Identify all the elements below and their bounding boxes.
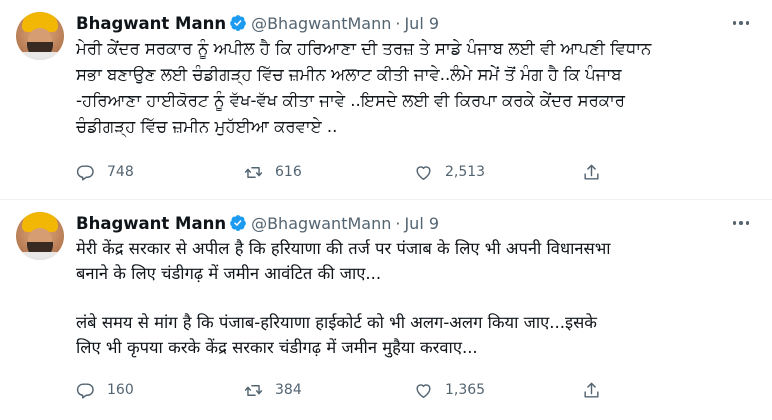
verified-badge-icon [229,214,247,232]
reply-count: 160 [107,382,134,398]
tweet-date[interactable]: Jul 9 [404,14,439,33]
avatar[interactable] [16,212,64,260]
header-separator: · [395,213,401,233]
retweet-count: 616 [275,164,302,180]
avatar-column [16,0,76,199]
reply-icon [76,164,94,180]
reply-button[interactable]: 160 [76,381,244,400]
like-count: 1,365 [445,382,486,398]
share-icon [584,164,599,180]
header-separator: · [395,13,401,33]
avatar-column [16,200,76,420]
author-handle[interactable]: @BhagwantMann [251,214,391,233]
retweet-count: 384 [275,382,302,398]
retweet-button[interactable]: 384 [244,381,414,400]
heart-icon [416,383,431,398]
tweet-body: Bhagwant Mann @BhagwantMann · Jul 9 ਮੇਰੀ… [76,0,756,199]
retweet-icon [244,166,263,178]
like-button[interactable]: 2,513 [414,163,582,182]
tweet[interactable]: Bhagwant Mann @BhagwantMann · Jul 9 मेरी… [0,200,772,420]
like-count: 2,513 [445,164,486,180]
author-name[interactable]: Bhagwant Mann [76,214,226,233]
author-name[interactable]: Bhagwant Mann [76,14,226,33]
tweet-text: मेरी केंद्र सरकार से अपील है कि हरियाणा … [76,239,611,283]
tweet-text: ਮੇਰੀ ਕੇਂਦਰ ਸਰਕਾਰ ਨੂੰ ਅਪੀਲ ਹੈ ਕਿ ਹਰਿਆਣਾ ਦ… [76,39,652,136]
share-button[interactable] [582,163,601,182]
timeline-feed: Bhagwant Mann @BhagwantMann · Jul 9 ਮੇਰੀ… [0,0,772,420]
verified-badge-icon [229,14,247,32]
avatar[interactable] [16,12,64,60]
reply-icon [76,382,94,398]
tweet-actions: 748 616 2,513 [76,158,696,186]
tweet[interactable]: Bhagwant Mann @BhagwantMann · Jul 9 ਮੇਰੀ… [0,0,772,200]
more-options-icon[interactable] [730,14,752,32]
share-button[interactable] [582,381,601,400]
retweet-button[interactable]: 616 [244,163,414,182]
heart-icon [416,165,431,180]
tweet-body: Bhagwant Mann @BhagwantMann · Jul 9 मेरी… [76,200,756,420]
tweet-actions: 160 384 1,365 [76,376,696,404]
like-button[interactable]: 1,365 [414,381,582,400]
tweet-date[interactable]: Jul 9 [404,214,439,233]
tweet-text-paragraph: लंबे समय से मांग है कि पंजाब-हरियाणा हाई… [76,313,597,357]
retweet-icon [244,384,263,396]
reply-count: 748 [107,164,134,180]
share-icon [584,382,599,398]
author-handle[interactable]: @BhagwantMann [251,14,391,33]
tweet-header: Bhagwant Mann @BhagwantMann · Jul 9 [76,212,756,234]
tweet-header: Bhagwant Mann @BhagwantMann · Jul 9 [76,12,756,34]
more-options-icon[interactable] [730,214,752,232]
reply-button[interactable]: 748 [76,163,244,182]
